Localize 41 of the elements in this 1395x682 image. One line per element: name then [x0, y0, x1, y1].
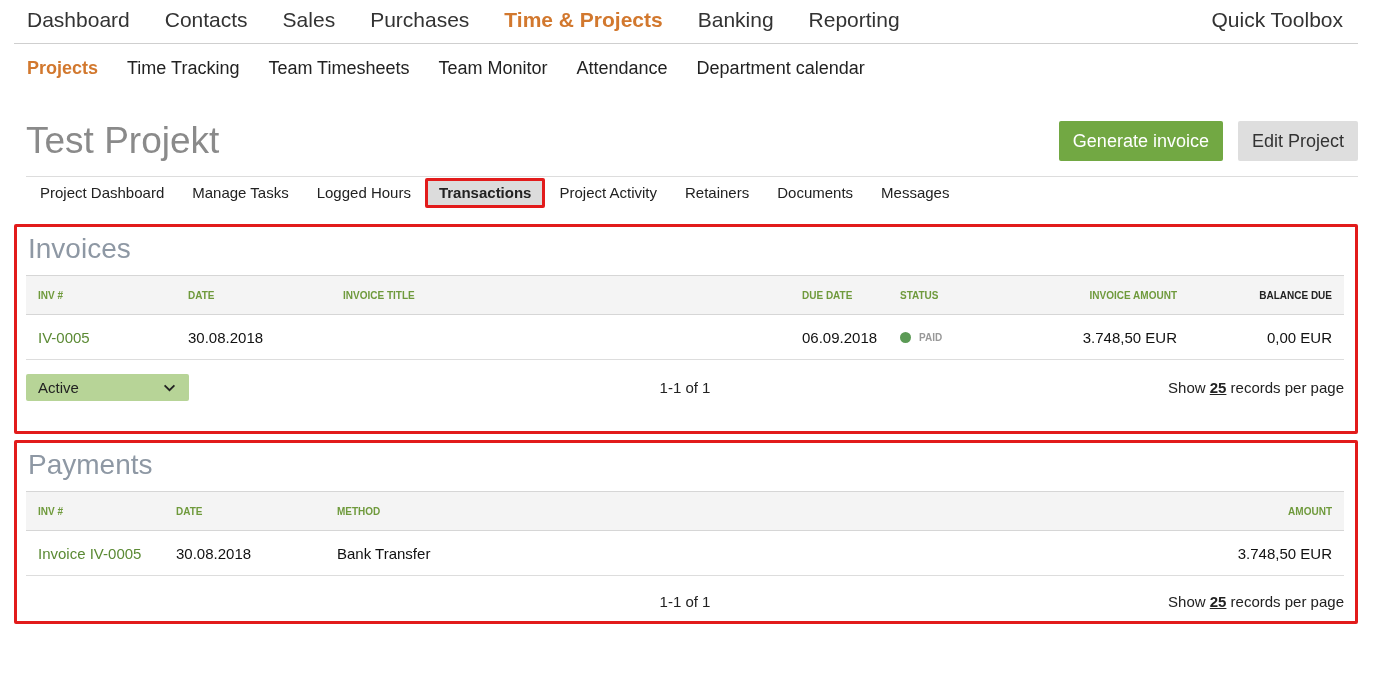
table-cell: Bank Transfer — [325, 531, 1144, 576]
table-cell: 30.08.2018 — [164, 531, 325, 576]
nav-link[interactable]: Contacts — [164, 7, 248, 36]
table-cell: 06.09.2018 — [790, 315, 888, 360]
quick-toolbox-link[interactable]: Quick Toolbox — [1211, 7, 1343, 36]
status-label: PAID — [919, 331, 943, 343]
status-filter-dropdown[interactable]: Active — [26, 374, 189, 401]
table-cell: 30.08.2018 — [176, 315, 331, 360]
table-cell: 0,00 EUR — [1189, 315, 1344, 360]
records-per-page: Show 25 records per page — [1168, 593, 1344, 610]
column-header: BALANCE DUE — [1189, 276, 1344, 315]
nav-link[interactable]: Dashboard — [27, 7, 130, 36]
invoice-link[interactable]: Invoice IV-0005 — [26, 531, 164, 576]
pagination-count: 1-1 of 1 — [659, 593, 711, 610]
records-per-page: Show 25 records per page — [1168, 379, 1344, 396]
subnav-link[interactable]: Attendance — [576, 58, 668, 80]
section-title: Invoices — [28, 233, 132, 265]
tab[interactable]: Manage Tasks — [178, 178, 303, 208]
tab[interactable]: Logged Hours — [302, 178, 425, 208]
chevron-down-icon — [163, 383, 176, 392]
tab[interactable]: Transactions — [424, 178, 546, 208]
section-title: Payments — [28, 449, 154, 481]
tab[interactable]: Documents — [763, 178, 868, 208]
subnav-link[interactable]: Team Timesheets — [268, 58, 410, 80]
tab[interactable]: Retainers — [671, 178, 764, 208]
pagination-count: 1-1 of 1 — [659, 379, 711, 396]
nav-link[interactable]: Banking — [697, 7, 774, 36]
tab[interactable]: Project Activity — [545, 178, 671, 208]
nav-link[interactable]: Reporting — [808, 7, 900, 36]
tab[interactable]: Project Dashboard — [26, 178, 179, 208]
invoice-link[interactable]: IV-0005 — [26, 315, 176, 360]
table-cell: 3.748,50 EUR — [1020, 315, 1189, 360]
edit-project-button[interactable]: Edit Project — [1237, 121, 1358, 161]
table-cell: 3.748,50 EUR — [1144, 531, 1344, 576]
tab[interactable]: Messages — [867, 178, 964, 208]
nav-link[interactable]: Purchases — [370, 7, 470, 36]
nav-link[interactable]: Sales — [282, 7, 336, 36]
project-title: Test Projekt — [26, 120, 220, 162]
subnav-link[interactable]: Department calendar — [696, 58, 865, 80]
subnav-link[interactable]: Time Tracking — [127, 58, 240, 80]
subnav-link[interactable]: Team Monitor — [438, 58, 548, 80]
